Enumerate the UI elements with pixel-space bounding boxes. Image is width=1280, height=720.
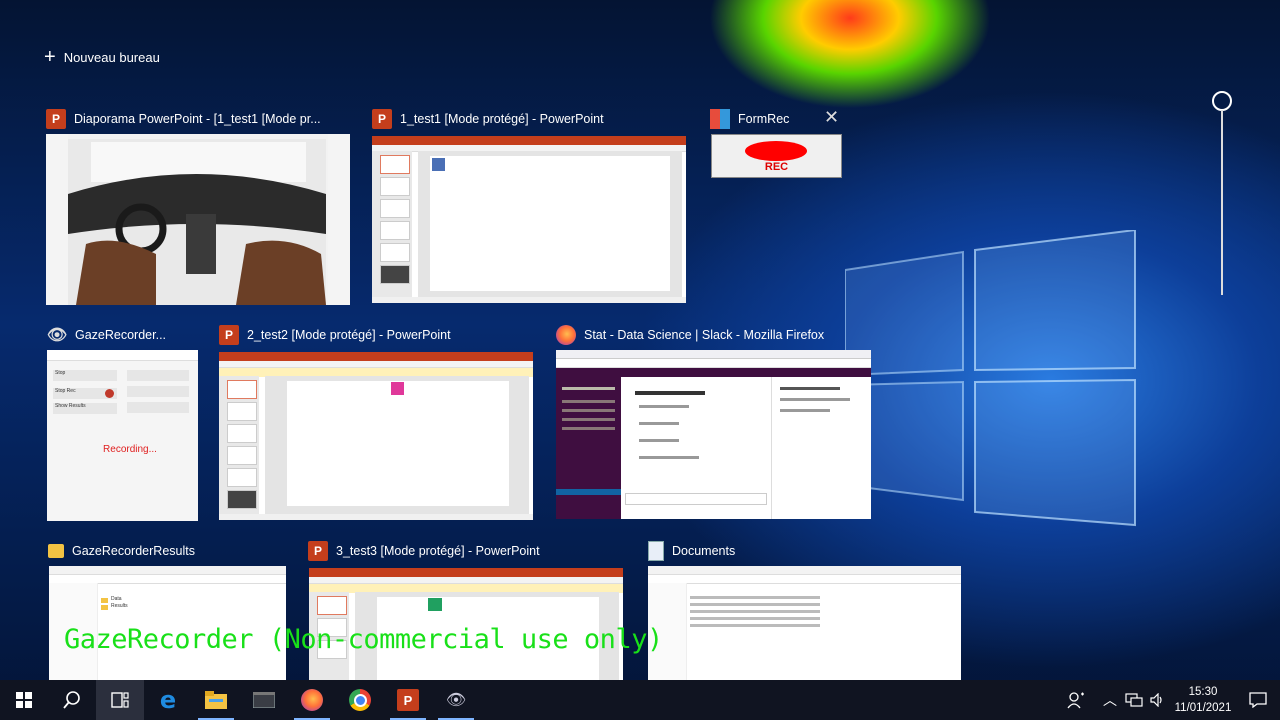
powerpoint-button[interactable]: P: [384, 680, 432, 720]
formrec-icon: [710, 109, 730, 129]
powerpoint-icon: P: [372, 109, 392, 129]
window-title: Documents: [672, 544, 736, 558]
new-desktop-label: Nouveau bureau: [63, 49, 160, 65]
window-card-gazerecorder-results[interactable]: GazeRecorderResults Data Results: [48, 539, 286, 680]
gaze-show-results-button: Show Results: [53, 403, 117, 414]
people-icon: [1067, 692, 1084, 709]
search-button[interactable]: [48, 680, 96, 720]
powerpoint-icon: P: [219, 325, 239, 345]
window-title: FormRec: [738, 112, 790, 126]
powerpoint-icon: P: [397, 689, 419, 711]
window-title: Diaporama PowerPoint - [1_test1 [Mode pr…: [74, 112, 321, 126]
window-title: Stat - Data Science | Slack - Mozilla Fi…: [584, 328, 825, 342]
notification-icon: [1249, 692, 1267, 708]
window-thumbnail: Data Results: [49, 566, 286, 680]
car-interior-image: [46, 134, 350, 305]
window-title: 1_test1 [Mode protégé] - PowerPoint: [400, 112, 604, 126]
clock-time: 15:30: [1188, 686, 1218, 698]
taskbar-clock[interactable]: 15:30 11/01/2021: [1170, 684, 1236, 716]
window-card-ppt-test3[interactable]: P 3_test3 [Mode protégé] - PowerPoint: [308, 539, 623, 680]
window-card-firefox-slack[interactable]: Stat - Data Science | Slack - Mozilla Fi…: [556, 323, 871, 519]
terminal-button[interactable]: [240, 680, 288, 720]
taskbar: e P 👁 ︿ 15:30 11/01/2021: [0, 680, 1280, 720]
gazerecorder-watermark: GazeRecorder (Non-commercial use only): [64, 624, 663, 655]
firefox-icon: [556, 325, 576, 345]
task-view-button[interactable]: [96, 680, 144, 720]
rec-indicator: [745, 141, 807, 161]
timeline-handle[interactable]: [1212, 91, 1232, 111]
rec-label: REC: [764, 161, 789, 173]
window-thumbnail: REC: [711, 134, 842, 178]
window-title: 2_test2 [Mode protégé] - PowerPoint: [247, 328, 451, 342]
window-card-formrec[interactable]: FormRec ✕ REC: [710, 107, 842, 178]
task-view-icon: [111, 692, 129, 708]
firefox-button[interactable]: [288, 680, 336, 720]
close-icon[interactable]: ✕: [824, 107, 839, 128]
action-center-button[interactable]: [1236, 680, 1280, 720]
people-button[interactable]: [1054, 680, 1098, 720]
chrome-button[interactable]: [336, 680, 384, 720]
window-card-slideshow[interactable]: P Diaporama PowerPoint - [1_test1 [Mode …: [46, 107, 350, 305]
powerpoint-icon: P: [308, 541, 328, 561]
network-icon: [1125, 693, 1143, 707]
terminal-icon: [253, 692, 275, 708]
folder-item: Results: [111, 603, 128, 609]
gazerecorder-eye-icon: 👁: [445, 692, 467, 709]
windows-wallpaper-logo: [845, 230, 1136, 527]
gazerecorder-button[interactable]: 👁: [432, 680, 480, 720]
gaze-stop-button: Stop: [53, 370, 117, 381]
edge-icon: e: [159, 686, 177, 714]
folder-icon: [48, 544, 64, 558]
window-thumbnail: [219, 352, 533, 520]
window-thumbnail: [556, 350, 871, 519]
window-title: GazeRecorder...: [75, 328, 167, 342]
system-tray: ︿ 15:30 11/01/2021: [1054, 680, 1280, 720]
start-button[interactable]: [0, 680, 48, 720]
window-card-ppt-test2[interactable]: P 2_test2 [Mode protégé] - PowerPoint: [219, 323, 533, 520]
show-hidden-icons-button[interactable]: ︿: [1098, 680, 1122, 720]
chrome-icon: [349, 689, 371, 711]
volume-icon: [1150, 693, 1162, 707]
recording-status: Recording...: [103, 444, 157, 455]
folder-item: Data: [111, 596, 122, 602]
network-button[interactable]: [1122, 680, 1146, 720]
chevron-up-icon: ︿: [1103, 692, 1117, 708]
eye-icon: 👁: [46, 327, 68, 344]
window-thumbnail: [46, 134, 350, 305]
window-card-gazerecorder[interactable]: 👁 GazeRecorder... Stop Stop Rec Show Res…: [47, 323, 198, 521]
new-desktop-button[interactable]: + Nouveau bureau: [44, 47, 160, 67]
window-thumbnail: Stop Stop Rec Show Results Recording...: [47, 350, 198, 521]
volume-button[interactable]: [1146, 680, 1170, 720]
timeline-scrollbar[interactable]: [1221, 110, 1223, 295]
firefox-icon: [301, 689, 323, 711]
window-card-documents[interactable]: Documents: [648, 539, 961, 680]
powerpoint-icon: P: [46, 109, 66, 129]
search-icon: [63, 691, 80, 709]
window-title: GazeRecorderResults: [72, 544, 195, 558]
file-explorer-button[interactable]: [192, 680, 240, 720]
file-explorer-icon: [205, 691, 227, 709]
window-card-ppt-test1[interactable]: P 1_test1 [Mode protégé] - PowerPoint: [372, 107, 686, 303]
window-title: 3_test3 [Mode protégé] - PowerPoint: [336, 544, 540, 558]
window-thumbnail: [648, 566, 961, 680]
edge-button[interactable]: e: [144, 680, 192, 720]
clock-date: 11/01/2021: [1174, 702, 1232, 714]
window-thumbnail: [372, 136, 686, 303]
plus-icon: +: [44, 46, 56, 68]
windows-start-icon: [16, 692, 32, 708]
document-icon: [648, 541, 664, 561]
